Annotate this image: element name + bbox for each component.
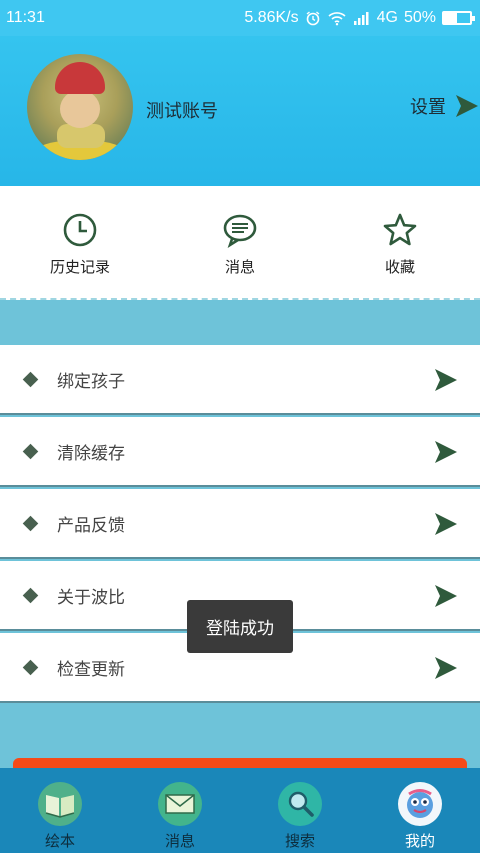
settings-button[interactable]: 设置 (410, 92, 480, 120)
status-indicators: 5.86K/s 4G 50% (244, 9, 475, 27)
bullet-icon (22, 587, 39, 603)
menu-label: 产品反馈 (57, 515, 125, 536)
status-bar: 11:31 5.86K/s 4G 50% (0, 0, 480, 36)
bullet-icon (22, 443, 39, 459)
clock-icon (63, 213, 97, 247)
nav-label-books: 绘本 (44, 832, 75, 850)
menu-label: 清除缓存 (57, 443, 125, 464)
menu-item-clear-cache[interactable]: 清除缓存 (0, 417, 480, 487)
alarm-icon (306, 11, 320, 26)
network-type: 4G (376, 9, 398, 26)
account-name[interactable]: 测试账号 (146, 97, 218, 123)
star-icon (383, 213, 417, 246)
quick-actions: 历史记录 消息 收藏 (0, 186, 480, 300)
nav-label-search: 搜索 (284, 832, 315, 850)
settings-label: 设置 (410, 97, 446, 118)
book-icon (38, 782, 82, 826)
arrow-right-icon (435, 513, 457, 535)
arrow-right-icon (435, 657, 457, 679)
arrow-right-icon (456, 95, 478, 117)
nav-label-messages: 消息 (164, 832, 195, 850)
wifi-icon (328, 12, 346, 26)
nav-item-mine[interactable]: 我的 (360, 768, 480, 853)
bullet-icon (22, 371, 39, 387)
quick-item-history[interactable]: 历史记录 (0, 186, 160, 298)
menu-label: 关于波比 (57, 587, 125, 608)
nav-label-mine: 我的 (404, 832, 435, 850)
bullet-icon (22, 515, 39, 531)
envelope-icon (158, 782, 202, 826)
nav-item-search[interactable]: 搜索 (240, 768, 360, 853)
bottom-nav: 绘本 消息 搜索 我的 (0, 768, 480, 853)
magnifier-icon (278, 782, 322, 826)
message-icon (223, 214, 257, 248)
status-time: 11:31 (6, 9, 45, 26)
toast-login-success: 登陆成功 (187, 600, 293, 653)
avatar[interactable] (27, 54, 133, 160)
menu-label: 检查更新 (57, 659, 125, 680)
signal-icon (353, 12, 369, 25)
network-speed: 5.86K/s (244, 9, 299, 26)
menu-item-bind-child[interactable]: 绑定孩子 (0, 345, 480, 415)
battery-icon (442, 11, 475, 25)
quick-label-messages: 消息 (224, 258, 255, 276)
nav-item-messages[interactable]: 消息 (120, 768, 240, 853)
profile-header: 测试账号 设置 (0, 36, 480, 186)
menu-label: 绑定孩子 (57, 371, 125, 392)
profile-mascot-icon (398, 782, 442, 826)
quick-item-favorites[interactable]: 收藏 (320, 186, 480, 298)
arrow-right-icon (435, 441, 457, 463)
menu-item-feedback[interactable]: 产品反馈 (0, 489, 480, 559)
quick-label-history: 历史记录 (49, 258, 110, 276)
bullet-icon (22, 659, 39, 675)
quick-item-messages[interactable]: 消息 (160, 186, 320, 298)
battery-fill (444, 13, 457, 23)
arrow-right-icon (435, 369, 457, 391)
arrow-right-icon (435, 585, 457, 607)
quick-label-favorites: 收藏 (384, 258, 415, 276)
battery-percent: 50% (403, 9, 436, 26)
nav-item-books[interactable]: 绘本 (0, 768, 120, 853)
